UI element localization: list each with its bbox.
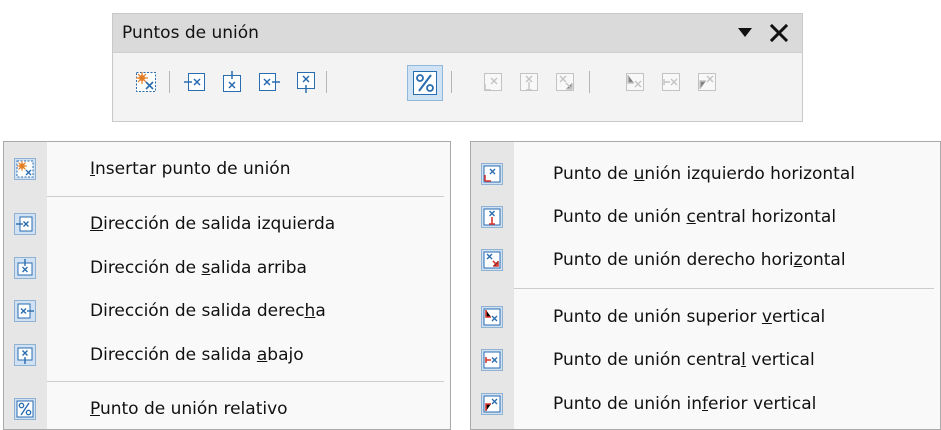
- toolbar-separator: [589, 71, 590, 93]
- toolbar-close-button[interactable]: [766, 20, 792, 46]
- menu-item-exit-left[interactable]: Dirección de salida izquierda: [4, 204, 450, 244]
- menu-item-label: Punto de unión inferior vertical: [553, 394, 817, 414]
- exit-left-icon: [184, 73, 205, 91]
- menu-separator: [514, 288, 934, 289]
- menu-item-label: Punto de unión central vertical: [553, 350, 815, 370]
- toolbar-separator: [451, 71, 452, 93]
- toolbar-title: Puntos de unión: [122, 23, 259, 43]
- glue-vertical-bottom-icon: [698, 73, 716, 91]
- menu-item-glue-vertical-center[interactable]: Punto de unión central vertical: [471, 340, 940, 380]
- glue-horizontal-right-icon: [481, 249, 503, 271]
- close-icon: [770, 24, 788, 42]
- glue-horizontal-left-button[interactable]: [481, 70, 505, 94]
- glue-vertical-top-button[interactable]: [623, 70, 647, 94]
- menu-separator: [47, 381, 444, 382]
- menu-item-glue-vertical-top[interactable]: Punto de unión superior vertical: [471, 297, 940, 337]
- glue-vertical-center-icon: [481, 349, 503, 371]
- menu-item-insert-glue-point[interactable]: Insertar punto de unión: [4, 149, 450, 189]
- exit-left-icon: [14, 213, 36, 235]
- glue-horizontal-center-icon: [481, 206, 503, 228]
- menu-separator: [47, 196, 444, 197]
- menu-item-label: Dirección de salida arriba: [90, 258, 307, 278]
- exit-right-button[interactable]: [257, 70, 281, 94]
- glue-vertical-top-icon: [481, 306, 503, 328]
- menu-item-label: Punto de unión relativo: [90, 399, 288, 419]
- toolbar-separator: [169, 71, 170, 93]
- exit-bottom-button[interactable]: [294, 70, 318, 94]
- menu-item-label: Insertar punto de unión: [90, 159, 291, 179]
- menu-item-label: Punto de unión central horizontal: [553, 207, 837, 227]
- toolbar-titlebar[interactable]: Puntos de unión: [113, 14, 802, 53]
- toolbar-buttons: [113, 53, 802, 123]
- insert-glue-point-icon: [14, 158, 36, 180]
- glue-horizontal-left-icon: [484, 73, 502, 91]
- glue-vertical-bottom-icon: [481, 393, 503, 415]
- glue-vertical-top-icon: [626, 73, 644, 91]
- toolbar-separator: [326, 71, 327, 93]
- glue-vertical-bottom-button[interactable]: [695, 70, 719, 94]
- exit-top-icon: [14, 257, 36, 279]
- exit-right-icon: [259, 73, 280, 91]
- exit-left-button[interactable]: [183, 70, 207, 94]
- triangle-down-icon: [738, 28, 752, 37]
- menu-item-label: Dirección de salida derecha: [90, 301, 326, 321]
- exit-top-icon: [223, 71, 241, 92]
- insert-glue-point-button[interactable]: [134, 70, 158, 94]
- menu-item-glue-vertical-bottom[interactable]: Punto de unión inferior vertical: [471, 384, 940, 424]
- menu-item-label: Dirección de salida abajo: [90, 345, 304, 365]
- menu-item-glue-horizontal-right[interactable]: Punto de unión derecho horizontal: [471, 240, 940, 280]
- glue-vertical-center-button[interactable]: [659, 70, 683, 94]
- menu-item-label: Dirección de salida izquierda: [90, 214, 336, 234]
- glue-points-menu-left: Insertar punto de unión Dirección de sal…: [3, 141, 451, 430]
- glue-points-menu-right: Punto de unión izquierdo horizontal Punt…: [470, 141, 941, 430]
- menu-item-glue-relative[interactable]: Punto de unión relativo: [4, 389, 450, 429]
- menu-item-label: Punto de unión izquierdo horizontal: [553, 164, 855, 184]
- glue-vertical-center-icon: [662, 73, 680, 91]
- menu-item-glue-horizontal-center[interactable]: Punto de unión central horizontal: [471, 197, 940, 237]
- menu-item-label: Punto de unión derecho horizontal: [553, 250, 846, 270]
- exit-bottom-icon: [297, 72, 315, 93]
- menu-item-glue-horizontal-left[interactable]: Punto de unión izquierdo horizontal: [471, 154, 940, 194]
- menu-item-label: Punto de unión superior vertical: [553, 307, 826, 327]
- exit-bottom-icon: [14, 344, 36, 366]
- glue-horizontal-right-icon: [556, 73, 574, 91]
- glue-horizontal-left-icon: [481, 163, 503, 185]
- toolbar-menu-button[interactable]: [732, 20, 758, 46]
- glue-relative-button[interactable]: [407, 65, 443, 101]
- insert-glue-point-icon: [136, 72, 156, 92]
- glue-horizontal-center-icon: [520, 73, 538, 91]
- menu-item-exit-right[interactable]: Dirección de salida derecha: [4, 291, 450, 331]
- glue-horizontal-center-button[interactable]: [517, 70, 541, 94]
- exit-right-icon: [14, 300, 36, 322]
- glue-relative-icon: [14, 398, 36, 420]
- glue-relative-icon: [413, 71, 437, 95]
- glue-points-toolbar: Puntos de unión: [112, 13, 803, 122]
- menu-item-exit-bottom[interactable]: Dirección de salida abajo: [4, 335, 450, 375]
- menu-item-exit-top[interactable]: Dirección de salida arriba: [4, 248, 450, 288]
- exit-top-button[interactable]: [220, 70, 244, 94]
- glue-horizontal-right-button[interactable]: [553, 70, 577, 94]
